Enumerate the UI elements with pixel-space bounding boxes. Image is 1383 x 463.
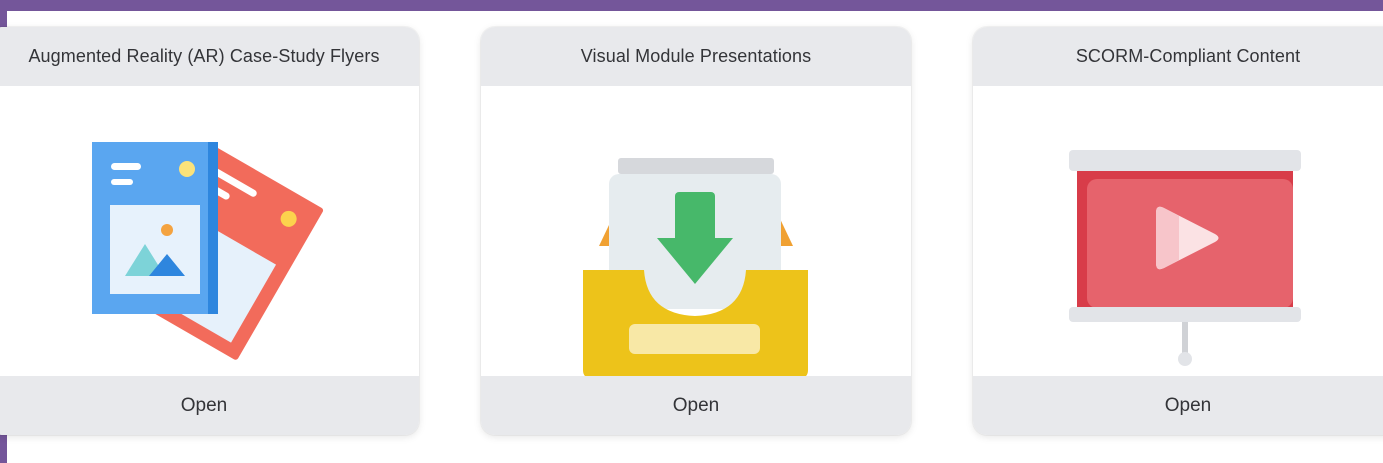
open-button[interactable]: Open xyxy=(481,376,911,435)
flyers-icon xyxy=(92,142,324,360)
card-illustration xyxy=(481,86,911,376)
card-title: Visual Module Presentations xyxy=(481,27,911,86)
open-button[interactable]: Open xyxy=(0,376,419,435)
card-visual-module-presentations: Visual Module Presentations Open xyxy=(481,27,911,435)
card-illustration xyxy=(973,86,1383,376)
card-scorm-compliant-content: SCORM-Compliant Content Open xyxy=(973,27,1383,435)
card-title: Augmented Reality (AR) Case-Study Flyers xyxy=(0,27,419,86)
video-projector-screen-icon xyxy=(1069,150,1301,366)
page-frame-top xyxy=(0,0,1383,11)
card-title: SCORM-Compliant Content xyxy=(973,27,1383,86)
open-button[interactable]: Open xyxy=(973,376,1383,435)
card-ar-flyers: Augmented Reality (AR) Case-Study Flyers… xyxy=(0,27,419,435)
inbox-download-icon xyxy=(583,158,808,376)
card-illustration xyxy=(0,86,419,376)
